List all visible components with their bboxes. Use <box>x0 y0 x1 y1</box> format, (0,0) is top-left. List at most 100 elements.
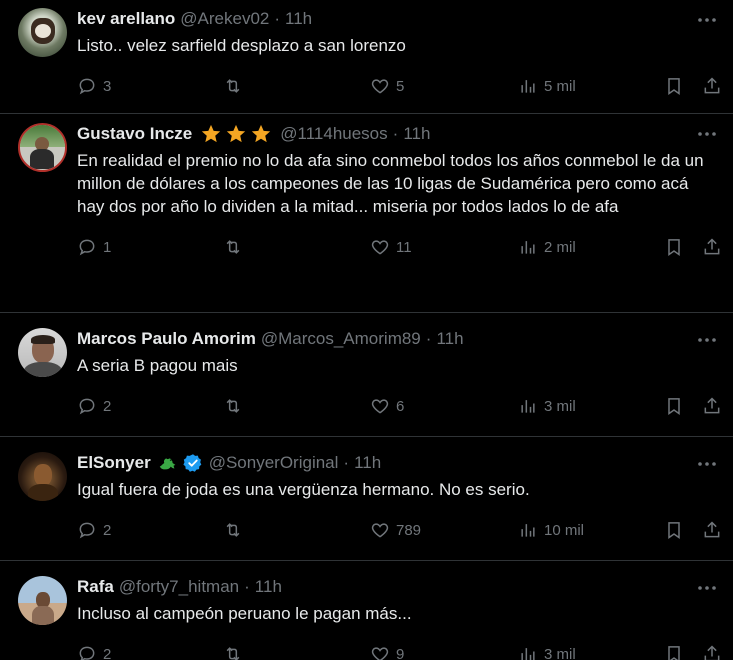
views-button[interactable]: 10 mil <box>518 520 584 540</box>
views-button[interactable]: 3 mil <box>518 644 576 660</box>
timestamp[interactable]: 11h <box>403 124 430 144</box>
retweet-button[interactable] <box>223 396 243 416</box>
share-button[interactable] <box>702 520 722 540</box>
bookmark-icon <box>668 646 680 660</box>
more-icon <box>698 462 716 466</box>
display-name[interactable]: ElSonyer <box>77 453 151 473</box>
like-count: 9 <box>396 645 405 660</box>
views-icon <box>521 241 535 254</box>
timestamp[interactable]: 11h <box>436 329 463 349</box>
share-icon <box>704 77 720 94</box>
like-button[interactable]: 6 <box>370 396 404 416</box>
tweet-text: Igual fuera de joda es una vergüenza her… <box>77 480 530 499</box>
bookmark-button[interactable] <box>664 520 684 540</box>
avatar[interactable] <box>18 576 67 625</box>
timestamp[interactable]: 11h <box>285 9 312 29</box>
tweet-text: En realidad el premio no lo da afa sino … <box>77 151 704 216</box>
retweet-button[interactable] <box>223 520 243 540</box>
views-button[interactable]: 5 mil <box>518 76 576 96</box>
views-count: 2 mil <box>544 238 576 256</box>
reply-icon <box>79 239 95 256</box>
reply-count: 2 <box>103 521 112 539</box>
verified-icon <box>183 453 203 473</box>
like-icon <box>371 79 389 94</box>
reply-count: 2 <box>103 397 112 415</box>
share-button[interactable] <box>702 644 722 660</box>
bookmark-button[interactable] <box>664 76 684 96</box>
retweet-icon <box>226 647 240 660</box>
bookmark-button[interactable] <box>664 237 684 257</box>
display-name[interactable]: Rafa <box>77 577 114 597</box>
user-handle[interactable]: @SonyerOriginal <box>209 453 339 473</box>
more-options-button[interactable] <box>695 124 719 144</box>
tweet[interactable]: Gustavo Incze @1114huesos · 11h En reali… <box>0 114 733 313</box>
avatar[interactable] <box>18 328 67 377</box>
reply-button[interactable]: 3 <box>77 76 111 96</box>
more-options-button[interactable] <box>695 330 719 350</box>
like-button[interactable]: 789 <box>370 520 421 540</box>
more-options-button[interactable] <box>695 578 719 598</box>
reply-icon <box>79 398 95 415</box>
user-handle[interactable]: @forty7_hitman <box>119 577 239 597</box>
like-button[interactable]: 9 <box>370 644 404 660</box>
retweet-icon <box>226 399 240 413</box>
separator-dot: · <box>392 124 399 143</box>
display-name[interactable]: Gustavo Incze <box>77 124 192 144</box>
dragon-icon <box>157 452 179 474</box>
tweet-text: Incluso al campeón peruano le pagan más.… <box>77 604 412 623</box>
tweet[interactable]: kev arellano @Arekev02 · 11h Listo.. vel… <box>0 0 733 114</box>
bookmark-button[interactable] <box>664 644 684 660</box>
avatar[interactable] <box>18 123 67 172</box>
share-button[interactable] <box>702 396 722 416</box>
display-name[interactable]: kev arellano <box>77 9 175 29</box>
more-icon <box>698 132 716 136</box>
avatar[interactable] <box>18 452 67 501</box>
views-icon <box>521 80 535 93</box>
like-count: 5 <box>396 77 405 95</box>
share-button[interactable] <box>702 76 722 96</box>
like-button[interactable]: 11 <box>370 237 412 257</box>
reply-icon <box>79 646 95 660</box>
tweet[interactable]: Marcos Paulo Amorim @Marcos_Amorim89 · 1… <box>0 313 733 437</box>
retweet-button[interactable] <box>223 237 243 257</box>
views-button[interactable]: 2 mil <box>518 237 576 257</box>
retweet-button[interactable] <box>223 76 243 96</box>
like-button[interactable]: 5 <box>370 76 404 96</box>
timestamp[interactable]: 11h <box>255 577 282 597</box>
user-handle[interactable]: @1114huesos <box>280 124 387 144</box>
more-icon <box>698 338 716 342</box>
reply-button[interactable]: 2 <box>77 644 111 660</box>
more-options-button[interactable] <box>695 454 719 474</box>
views-count: 10 mil <box>544 521 585 539</box>
reply-button[interactable]: 1 <box>77 237 111 257</box>
like-icon <box>371 647 389 660</box>
avatar[interactable] <box>18 8 67 57</box>
tweet[interactable]: Rafa @forty7_hitman · 11h Incluso al cam… <box>0 561 733 660</box>
tweet[interactable]: ElSonyer @SonyerOriginal · 11h Igual fue… <box>0 437 733 561</box>
views-count: 3 mil <box>544 645 576 660</box>
like-icon <box>371 399 389 414</box>
reply-button[interactable]: 2 <box>77 520 111 540</box>
share-button[interactable] <box>702 237 722 257</box>
views-button[interactable]: 3 mil <box>518 396 576 416</box>
action-bar: 1 11 2 mil <box>77 235 722 259</box>
share-icon <box>704 521 720 538</box>
star-icon <box>227 124 246 143</box>
display-name[interactable]: Marcos Paulo Amorim <box>77 329 256 349</box>
star-icon <box>202 124 221 143</box>
user-handle[interactable]: @Arekev02 <box>180 9 269 29</box>
separator-dot: · <box>274 9 281 28</box>
user-handle[interactable]: @Marcos_Amorim89 <box>261 329 421 349</box>
star-icon <box>252 124 271 143</box>
retweet-button[interactable] <box>223 644 243 660</box>
more-options-button[interactable] <box>695 10 719 30</box>
separator-dot: · <box>425 329 432 348</box>
reply-button[interactable]: 2 <box>77 396 111 416</box>
retweet-icon <box>226 79 240 93</box>
more-icon <box>698 586 716 590</box>
views-count: 3 mil <box>544 397 576 415</box>
more-icon <box>698 18 716 22</box>
timestamp[interactable]: 11h <box>354 453 381 473</box>
bookmark-button[interactable] <box>664 396 684 416</box>
share-icon <box>704 238 720 255</box>
